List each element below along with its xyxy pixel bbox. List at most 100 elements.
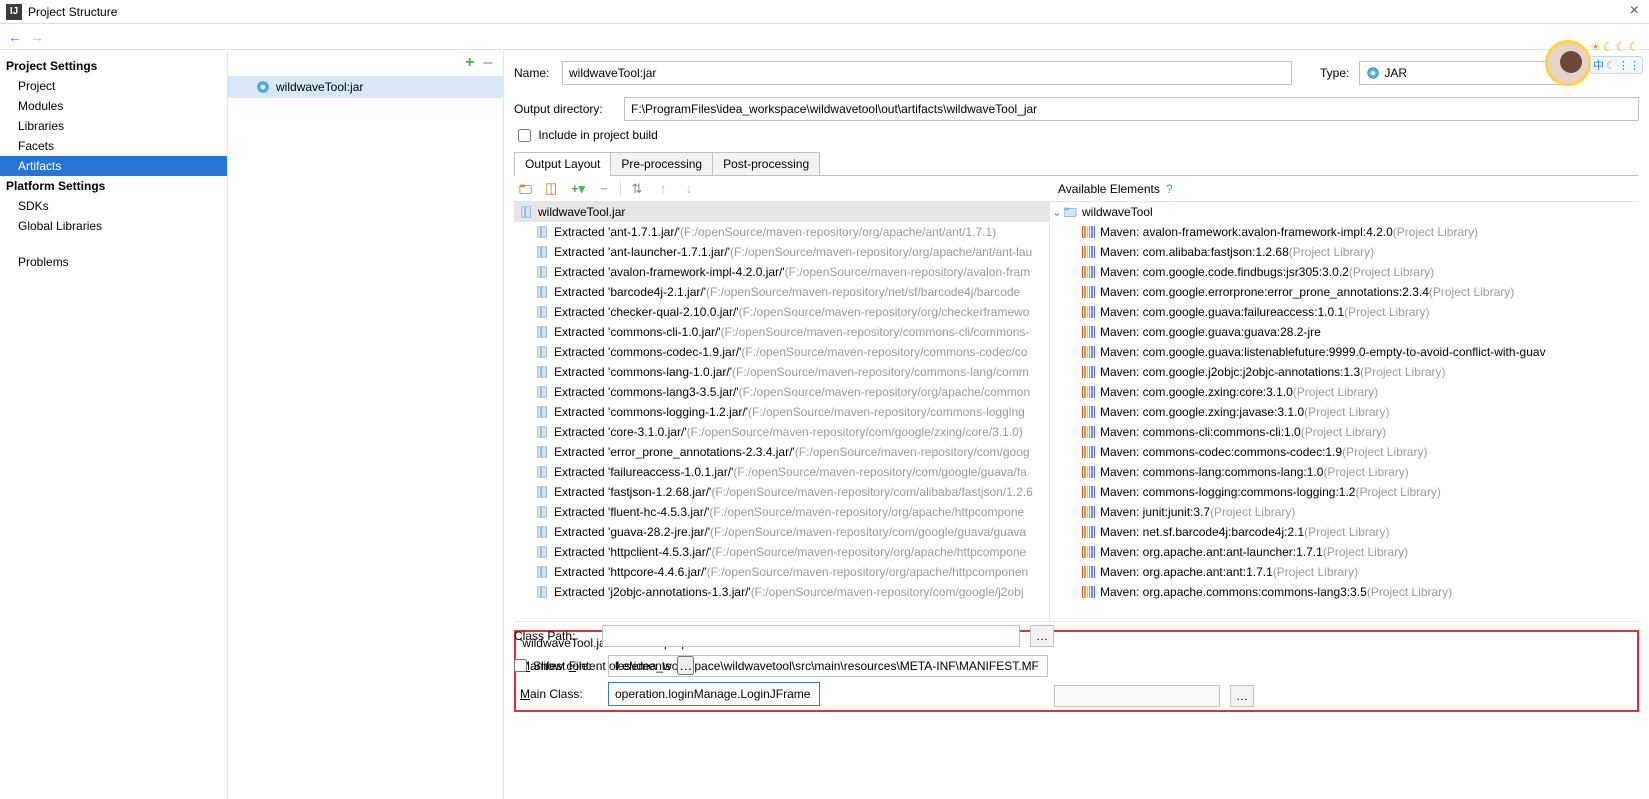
- library-icon: [1082, 346, 1096, 358]
- extracted-icon: [536, 385, 550, 399]
- available-tree-item[interactable]: Maven: commons-lang:commons-lang:1.0 (Pr…: [1050, 462, 1639, 482]
- nav-item-project[interactable]: Project: [0, 76, 227, 96]
- nav-item-modules[interactable]: Modules: [0, 96, 227, 116]
- class-path-input[interactable]: [602, 625, 1020, 647]
- output-tree-item[interactable]: Extracted 'ant-1.7.1.jar/' (F:/openSourc…: [514, 222, 1049, 242]
- tab-pre-processing[interactable]: Pre-processing: [610, 152, 713, 175]
- extracted-icon: [536, 365, 550, 379]
- output-tree-item[interactable]: Extracted 'core-3.1.0.jar/' (F:/openSour…: [514, 422, 1049, 442]
- tab-output-layout[interactable]: Output Layout: [514, 152, 611, 175]
- main-class-input[interactable]: [609, 683, 819, 705]
- available-tree-item[interactable]: Maven: com.google.zxing:javase:3.1.0 (Pr…: [1050, 402, 1639, 422]
- available-tree-item[interactable]: Maven: com.alibaba:fastjson:1.2.68 (Proj…: [1050, 242, 1639, 262]
- add-icon[interactable]: +: [465, 54, 474, 72]
- available-tree-item[interactable]: Maven: avalon-framework:avalon-framework…: [1050, 222, 1639, 242]
- jar-icon: [256, 80, 270, 94]
- help-icon[interactable]: ?: [1166, 182, 1173, 196]
- library-icon: [1082, 586, 1096, 598]
- back-arrow-icon[interactable]: ←: [4, 27, 26, 47]
- available-tree-item[interactable]: Maven: com.google.errorprone:error_prone…: [1050, 282, 1639, 302]
- nav-item-artifacts[interactable]: Artifacts: [0, 156, 227, 176]
- available-tree-item[interactable]: Maven: com.google.guava:listenablefuture…: [1050, 342, 1639, 362]
- extracted-icon: [536, 465, 550, 479]
- output-tree-root[interactable]: wildwaveTool.jar: [514, 202, 1049, 222]
- available-tree-item[interactable]: Maven: com.google.guava:failureaccess:1.…: [1050, 302, 1639, 322]
- nav-item-libraries[interactable]: Libraries: [0, 116, 227, 136]
- type-dropdown[interactable]: JAR ⌄: [1359, 61, 1573, 85]
- show-content-browse-button[interactable]: …: [677, 656, 694, 675]
- main-class-input-right[interactable]: [1054, 685, 1220, 707]
- library-icon: [1082, 246, 1096, 258]
- extracted-icon: [536, 505, 550, 519]
- output-tree-item[interactable]: Extracted 'guava-28.2-jre.jar/' (F:/open…: [514, 522, 1049, 542]
- sort-icon[interactable]: ⇅: [627, 179, 647, 199]
- include-build-label: Include in project build: [538, 128, 657, 142]
- nav-item-facets[interactable]: Facets: [0, 136, 227, 156]
- output-tree-item[interactable]: Extracted 'barcode4j-2.1.jar/' (F:/openS…: [514, 282, 1049, 302]
- include-build-checkbox[interactable]: [518, 129, 531, 142]
- moon-icon: ☾: [1606, 59, 1616, 72]
- available-tree-item[interactable]: Maven: commons-logging:commons-logging:1…: [1050, 482, 1639, 502]
- output-tree-item[interactable]: Extracted 'httpcore-4.4.6.jar/' (F:/open…: [514, 562, 1049, 582]
- output-tree-item[interactable]: Extracted 'ant-launcher-1.7.1.jar/' (F:/…: [514, 242, 1049, 262]
- nav-section-header: Platform Settings: [0, 176, 227, 196]
- available-tree-item[interactable]: Maven: com.google.guava:guava:28.2-jre: [1050, 322, 1639, 342]
- output-tree-item[interactable]: Extracted 'j2objc-annotations-1.3.jar/' …: [514, 582, 1049, 602]
- available-tree-item[interactable]: Maven: com.google.code.findbugs:jsr305:3…: [1050, 262, 1639, 282]
- output-tree-item[interactable]: Extracted 'commons-lang-1.0.jar/' (F:/op…: [514, 362, 1049, 382]
- class-path-browse-button[interactable]: …: [1030, 625, 1054, 647]
- nav-history-row: ← →: [0, 24, 1649, 50]
- output-tree-item[interactable]: Extracted 'httpclient-4.5.3.jar/' (F:/op…: [514, 542, 1049, 562]
- extracted-icon: [536, 445, 550, 459]
- type-label: Type:: [1320, 66, 1349, 80]
- output-tree-item[interactable]: Extracted 'commons-logging-1.2.jar/' (F:…: [514, 402, 1049, 422]
- artifact-list-item[interactable]: wildwaveTool:jar: [228, 76, 503, 98]
- output-tree-item[interactable]: Extracted 'failureaccess-1.0.1.jar/' (F:…: [514, 462, 1049, 482]
- output-tree-item[interactable]: Extracted 'checker-qual-2.10.0.jar/' (F:…: [514, 302, 1049, 322]
- available-tree-item[interactable]: Maven: org.apache.commons:commons-lang3:…: [1050, 582, 1639, 602]
- output-tree-item[interactable]: Extracted 'error_prone_annotations-2.3.4…: [514, 442, 1049, 462]
- output-tree-item[interactable]: Extracted 'commons-codec-1.9.jar/' (F:/o…: [514, 342, 1049, 362]
- output-layout-tree[interactable]: wildwaveTool.jarExtracted 'ant-1.7.1.jar…: [514, 202, 1050, 621]
- window-title: Project Structure: [28, 5, 117, 19]
- output-tree-item[interactable]: Extracted 'avalon-framework-impl-4.2.0.j…: [514, 262, 1049, 282]
- nav-item-problems[interactable]: Problems: [0, 252, 227, 272]
- available-tree-root[interactable]: ⌄wildwaveTool: [1050, 202, 1639, 222]
- extracted-icon: [536, 425, 550, 439]
- output-dir-input[interactable]: [624, 97, 1639, 121]
- overlay-badges: ☀☾☾☾ 中 ☾ ⋮⋮: [1590, 40, 1643, 74]
- available-tree-item[interactable]: Maven: com.google.zxing:core:3.1.0 (Proj…: [1050, 382, 1639, 402]
- extracted-icon: [536, 565, 550, 579]
- nav-item-sdks[interactable]: SDKs: [0, 196, 227, 216]
- available-tree-item[interactable]: Maven: commons-codec:commons-codec:1.9 (…: [1050, 442, 1639, 462]
- output-tree-item[interactable]: Extracted 'commons-lang3-3.5.jar/' (F:/o…: [514, 382, 1049, 402]
- type-value: JAR: [1384, 66, 1407, 80]
- name-input[interactable]: [562, 61, 1292, 85]
- new-archive-icon[interactable]: [542, 179, 562, 199]
- tab-post-processing[interactable]: Post-processing: [712, 152, 820, 175]
- add-content-icon[interactable]: +▾: [568, 179, 588, 199]
- available-tree-item[interactable]: Maven: commons-cli:commons-cli:1.0 (Proj…: [1050, 422, 1639, 442]
- show-content-checkbox[interactable]: [514, 659, 527, 672]
- available-tree-item[interactable]: Maven: com.google.j2objc:j2objc-annotati…: [1050, 362, 1639, 382]
- extracted-icon: [536, 345, 550, 359]
- show-content-label: Show content of elements: [533, 659, 671, 673]
- available-tree-item[interactable]: Maven: junit:junit:3.7 (Project Library): [1050, 502, 1639, 522]
- extracted-icon: [536, 405, 550, 419]
- output-tree-item[interactable]: Extracted 'fastjson-1.2.68.jar/' (F:/ope…: [514, 482, 1049, 502]
- move-down-icon: ↓: [679, 179, 699, 199]
- output-tree-item[interactable]: Extracted 'fluent-hc-4.5.3.jar/' (F:/ope…: [514, 502, 1049, 522]
- close-icon[interactable]: ×: [1630, 2, 1639, 20]
- artifact-item-label: wildwaveTool:jar: [276, 80, 363, 94]
- library-icon: [1082, 566, 1096, 578]
- library-icon: [1082, 386, 1096, 398]
- nav-item-global-libraries[interactable]: Global Libraries: [0, 216, 227, 236]
- available-tree-item[interactable]: Maven: org.apache.ant:ant-launcher:1.7.1…: [1050, 542, 1639, 562]
- main-class-browse-button[interactable]: …: [1230, 685, 1254, 707]
- ime-label: 中: [1593, 57, 1604, 73]
- new-folder-icon[interactable]: [516, 179, 536, 199]
- available-tree-item[interactable]: Maven: net.sf.barcode4j:barcode4j:2.1 (P…: [1050, 522, 1639, 542]
- available-elements-tree[interactable]: ⌄wildwaveToolMaven: avalon-framework:ava…: [1050, 202, 1639, 621]
- output-tree-item[interactable]: Extracted 'commons-cli-1.0.jar/' (F:/ope…: [514, 322, 1049, 342]
- available-tree-item[interactable]: Maven: org.apache.ant:ant:1.7.1 (Project…: [1050, 562, 1639, 582]
